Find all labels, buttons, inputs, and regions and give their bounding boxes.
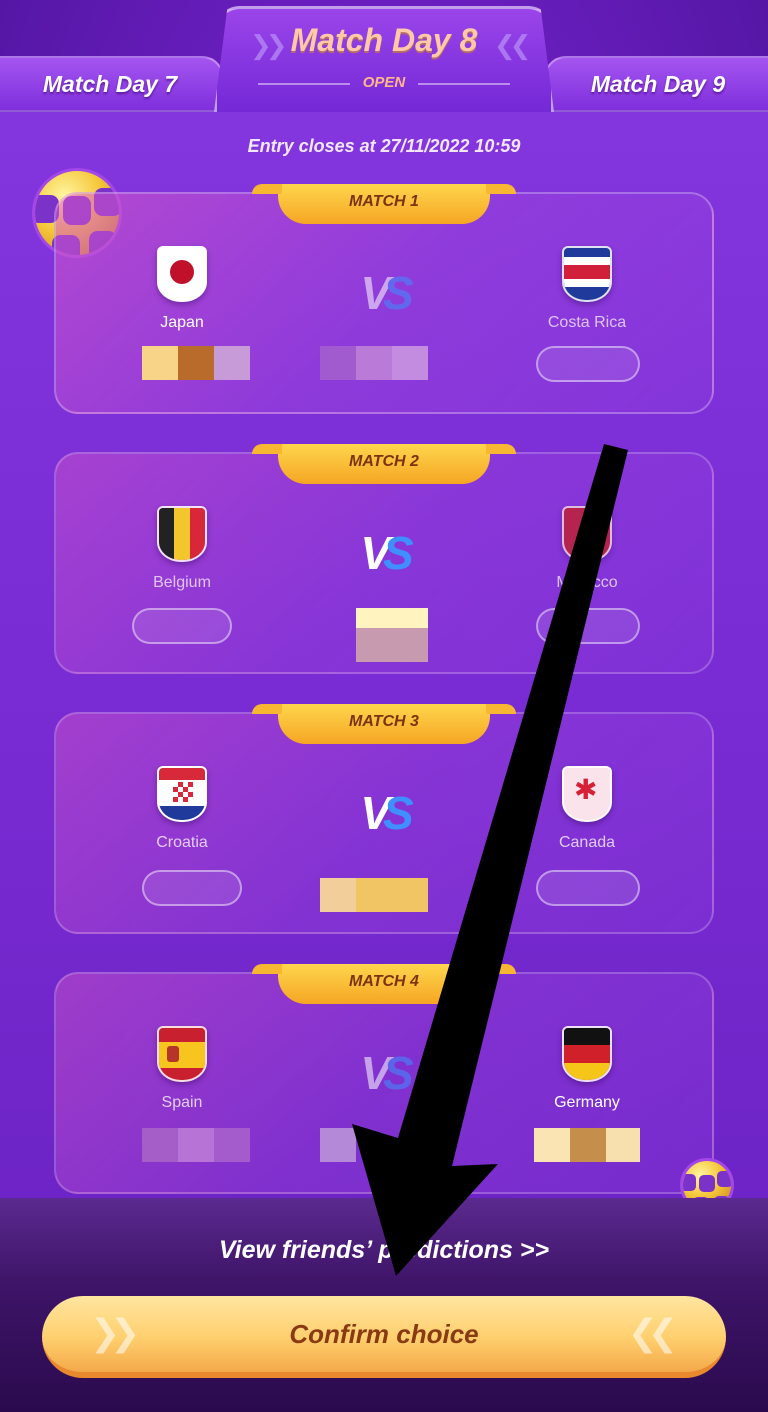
team-home-name: Spain xyxy=(161,1094,203,1111)
tab-next-label: Match Day 9 xyxy=(590,70,726,97)
prediction-option-draw[interactable] xyxy=(320,878,356,912)
confirm-choice-button[interactable]: ❯❯ Confirm choice ❮❮ xyxy=(42,1296,726,1378)
team-home-name: Croatia xyxy=(156,834,208,851)
current-tab-title: Match Day 8 xyxy=(290,22,478,58)
prediction-option-draw[interactable] xyxy=(392,346,428,380)
belgium-flag-icon xyxy=(157,506,207,562)
match-label: MATCH 2 xyxy=(252,444,516,484)
prediction-option-away[interactable] xyxy=(570,1128,606,1162)
tab-prev-label: Match Day 7 xyxy=(42,70,178,97)
prediction-option-away[interactable] xyxy=(536,346,640,382)
status-badge: OPEN xyxy=(362,74,406,91)
morocco-flag-icon: ★ xyxy=(562,506,612,562)
prediction-option-draw[interactable] xyxy=(356,628,428,662)
prediction-option-home[interactable] xyxy=(132,608,232,644)
prediction-option-draw[interactable] xyxy=(320,346,356,380)
prediction-option-away[interactable] xyxy=(536,608,640,644)
team-home-name: Belgium xyxy=(153,574,211,591)
costa-rica-flag-icon xyxy=(562,246,612,302)
team-away-name: Morocco xyxy=(556,574,618,591)
match-label: MATCH 1 xyxy=(252,184,516,224)
team-away-name: Germany xyxy=(554,1094,620,1111)
vs-icon: VS xyxy=(360,527,413,579)
prediction-option-home[interactable] xyxy=(142,870,242,906)
prediction-option-home[interactable] xyxy=(142,1128,178,1162)
confirm-choice-label: Confirm choice xyxy=(289,1318,479,1349)
tab-match-day-next[interactable]: Match Day 9 xyxy=(544,56,768,112)
japan-flag-icon xyxy=(157,246,207,302)
prediction-option-away[interactable] xyxy=(606,1128,640,1162)
match-day-screen: Match Day 7 Match Day 9 ❯❯ ❮❮ Match Day … xyxy=(0,0,768,1412)
prediction-option-home[interactable] xyxy=(178,1128,214,1162)
prediction-option-away[interactable] xyxy=(534,1128,570,1162)
chevron-left-icon: ❮❮ xyxy=(627,1312,678,1353)
vs-icon: VS xyxy=(360,1047,413,1099)
prediction-option-draw[interactable] xyxy=(356,878,428,912)
prediction-option-home[interactable] xyxy=(214,1128,250,1162)
prediction-option-home[interactable] xyxy=(178,346,214,380)
entry-deadline: Entry closes at 27/11/2022 10:59 xyxy=(247,136,521,156)
view-friends-predictions-link[interactable]: View friends’ predictions >> xyxy=(0,1236,768,1265)
prediction-option-home[interactable] xyxy=(214,346,250,380)
spain-flag-icon xyxy=(157,1026,207,1082)
prediction-option-draw[interactable] xyxy=(320,1128,356,1162)
match-label: MATCH 4 xyxy=(252,964,516,1004)
team-home-name: Japan xyxy=(160,314,204,331)
match-label: MATCH 3 xyxy=(252,704,516,744)
prediction-option-draw[interactable] xyxy=(356,346,392,380)
canada-flag-icon: ✱ xyxy=(562,766,612,822)
tab-match-day-prev[interactable]: Match Day 7 xyxy=(0,56,224,112)
croatia-flag-icon xyxy=(157,766,207,822)
team-away-name: Canada xyxy=(558,834,616,851)
prediction-option-home[interactable] xyxy=(142,346,178,380)
chevron-right-icon: ❯❯ xyxy=(90,1312,140,1353)
vs-icon: VS xyxy=(360,787,413,839)
vs-icon: VS xyxy=(360,267,413,319)
germany-flag-icon xyxy=(562,1026,612,1082)
prediction-option-away[interactable] xyxy=(536,870,640,906)
team-away-name: Costa Rica xyxy=(547,314,627,331)
